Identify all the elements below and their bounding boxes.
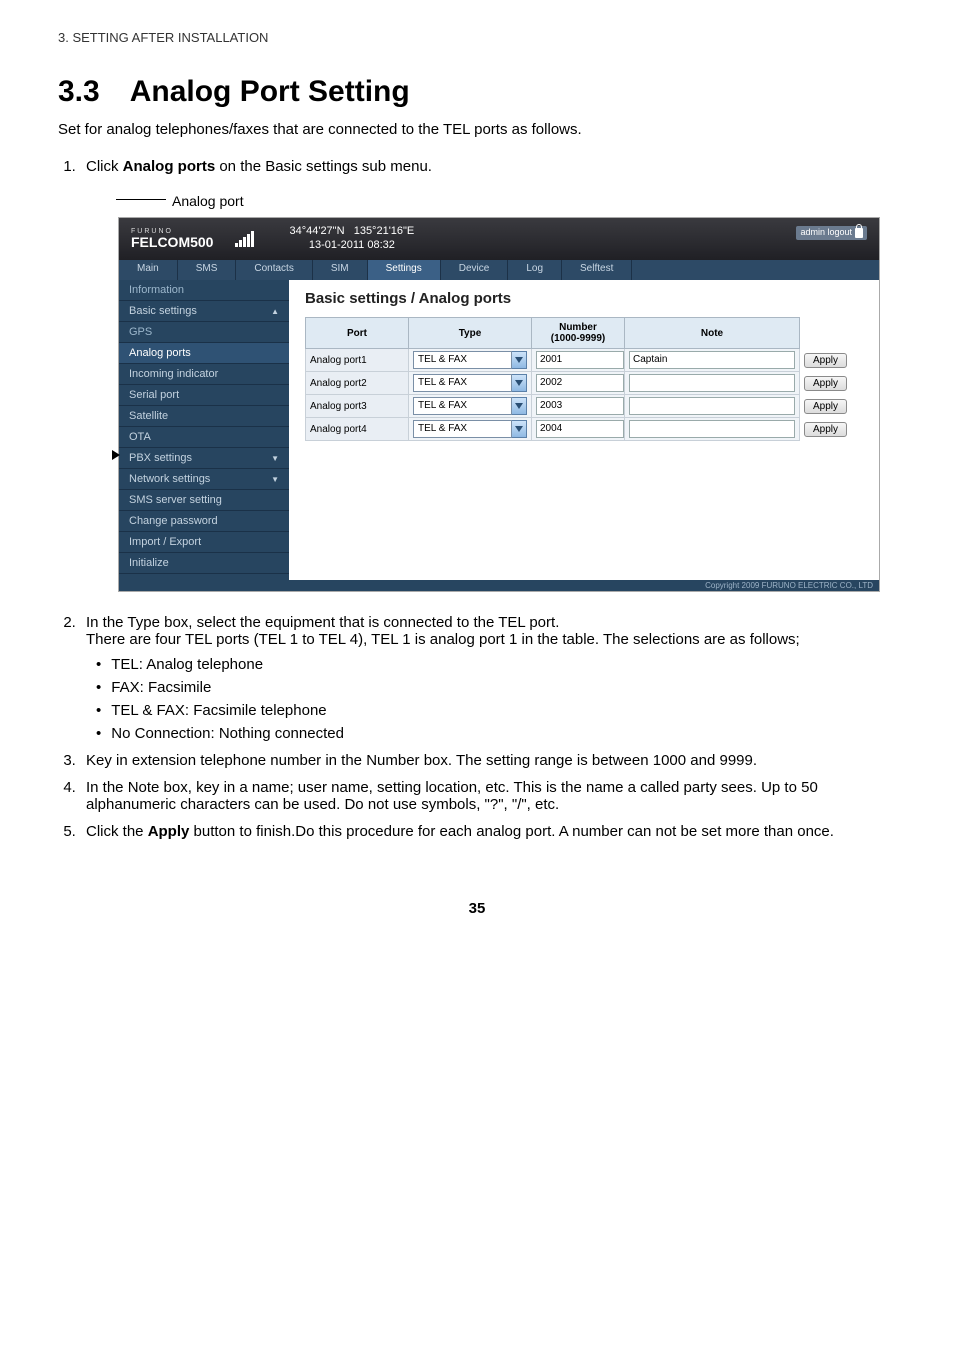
- logout-button[interactable]: admin logout: [796, 226, 867, 240]
- triangle-down-icon: ▼: [271, 475, 279, 484]
- copyright-footer: Copyright 2009 FURUNO ELECTRIC CO., LTD: [119, 580, 879, 591]
- type-select[interactable]: TEL & FAX: [413, 397, 527, 415]
- list-item: TEL: Analog telephone: [96, 656, 896, 673]
- pointer-arrow-icon: [116, 450, 120, 460]
- sidebar-item-ota[interactable]: OTA: [119, 427, 289, 448]
- sidebar-item-basic-settings[interactable]: Basic settings▲: [119, 301, 289, 322]
- col-port: Port: [306, 318, 409, 349]
- analog-ports-table: Port Type Number (1000-9999) Note Analog…: [305, 317, 863, 441]
- step-5: Click the Apply button to finish.Do this…: [80, 823, 896, 840]
- sidebar-item-initialize[interactable]: Initialize: [119, 553, 289, 574]
- tab-log[interactable]: Log: [508, 260, 562, 280]
- annotation-label: Analog port: [172, 193, 244, 209]
- sidebar-item-analog-ports[interactable]: Analog ports: [119, 343, 289, 364]
- tab-selftest[interactable]: Selftest: [562, 260, 632, 280]
- number-input[interactable]: 2001: [536, 351, 624, 369]
- sidebar-item-change-pw[interactable]: Change password: [119, 511, 289, 532]
- sidebar-item-serial[interactable]: Serial port: [119, 385, 289, 406]
- sidebar-item-incoming[interactable]: Incoming indicator: [119, 364, 289, 385]
- step-2: In the Type box, select the equipment th…: [80, 614, 896, 742]
- top-tabs: Main SMS Contacts SIM Settings Device Lo…: [119, 260, 879, 280]
- chevron-down-icon: [512, 397, 527, 415]
- tab-sms[interactable]: SMS: [178, 260, 237, 280]
- section-heading: Analog Port Setting: [130, 75, 410, 108]
- port-label: Analog port2: [306, 372, 409, 395]
- step-3: Key in extension telephone number in the…: [80, 752, 896, 769]
- tab-main[interactable]: Main: [119, 260, 178, 280]
- col-type: Type: [409, 318, 532, 349]
- signal-icon: [235, 231, 259, 247]
- sidebar-item-sms-server[interactable]: SMS server setting: [119, 490, 289, 511]
- gps-datetime: 34°44'27"N 135°21'16"E 13-01-2011 08:32: [289, 225, 414, 253]
- port-label: Analog port4: [306, 418, 409, 441]
- chevron-down-icon: [512, 420, 527, 438]
- col-number: Number (1000-9999): [532, 318, 625, 349]
- apply-button[interactable]: Apply: [804, 422, 847, 437]
- annotation-connector: [116, 199, 166, 200]
- breadcrumb: 3. SETTING AFTER INSTALLATION: [58, 30, 896, 45]
- number-input[interactable]: 2003: [536, 397, 624, 415]
- content-title: Basic settings / Analog ports: [305, 290, 863, 307]
- tab-settings[interactable]: Settings: [368, 260, 441, 280]
- type-select[interactable]: TEL & FAX: [413, 420, 527, 438]
- sidebar-item-satellite[interactable]: Satellite: [119, 406, 289, 427]
- type-select[interactable]: TEL & FAX: [413, 374, 527, 392]
- port-label: Analog port1: [306, 349, 409, 372]
- sidebar-item-gps[interactable]: GPS: [119, 322, 289, 343]
- lock-icon: [855, 228, 863, 238]
- list-item: TEL & FAX: Facsimile telephone: [96, 702, 896, 719]
- note-input[interactable]: Captain: [629, 351, 795, 369]
- section-number: 3.3: [58, 75, 100, 108]
- tab-sim[interactable]: SIM: [313, 260, 368, 280]
- col-note: Note: [625, 318, 800, 349]
- note-input[interactable]: [629, 420, 795, 438]
- triangle-down-icon: ▼: [271, 454, 279, 463]
- tab-contacts[interactable]: Contacts: [236, 260, 312, 280]
- sidebar-item-pbx[interactable]: PBX settings▼: [119, 448, 289, 469]
- page-title: 3.3 Analog Port Setting: [58, 75, 896, 109]
- intro-paragraph: Set for analog telephones/faxes that are…: [58, 121, 896, 138]
- number-input[interactable]: 2002: [536, 374, 624, 392]
- table-row: Analog port2 TEL & FAX 2002 Apply: [306, 372, 863, 395]
- port-label: Analog port3: [306, 395, 409, 418]
- embedded-screenshot: FURUNO FELCOM500 34°44'27"N 135°21'16"E …: [118, 217, 880, 592]
- table-row: Analog port3 TEL & FAX 2003 Apply: [306, 395, 863, 418]
- apply-button[interactable]: Apply: [804, 376, 847, 391]
- number-input[interactable]: 2004: [536, 420, 624, 438]
- list-item: FAX: Facsimile: [96, 679, 896, 696]
- table-row: Analog port4 TEL & FAX 2004 Apply: [306, 418, 863, 441]
- apply-button[interactable]: Apply: [804, 353, 847, 368]
- sidebar-item-network[interactable]: Network settings▼: [119, 469, 289, 490]
- step-4: In the Note box, key in a name; user nam…: [80, 779, 896, 813]
- triangle-up-icon: ▲: [271, 307, 279, 316]
- sidebar: Information Basic settings▲ GPS Analog p…: [119, 280, 289, 580]
- chevron-down-icon: [512, 374, 527, 392]
- step-1: Click Analog ports on the Basic settings…: [80, 158, 896, 175]
- note-input[interactable]: [629, 374, 795, 392]
- table-row: Analog port1 TEL & FAX 2001 Captain Appl…: [306, 349, 863, 372]
- apply-button[interactable]: Apply: [804, 399, 847, 414]
- product-logo: FURUNO FELCOM500: [119, 228, 225, 250]
- sidebar-item-information[interactable]: Information: [119, 280, 289, 301]
- tab-device[interactable]: Device: [441, 260, 509, 280]
- page-number: 35: [58, 900, 896, 947]
- type-select[interactable]: TEL & FAX: [413, 351, 527, 369]
- sidebar-item-import-export[interactable]: Import / Export: [119, 532, 289, 553]
- list-item: No Connection: Nothing connected: [96, 725, 896, 742]
- chevron-down-icon: [512, 351, 527, 369]
- note-input[interactable]: [629, 397, 795, 415]
